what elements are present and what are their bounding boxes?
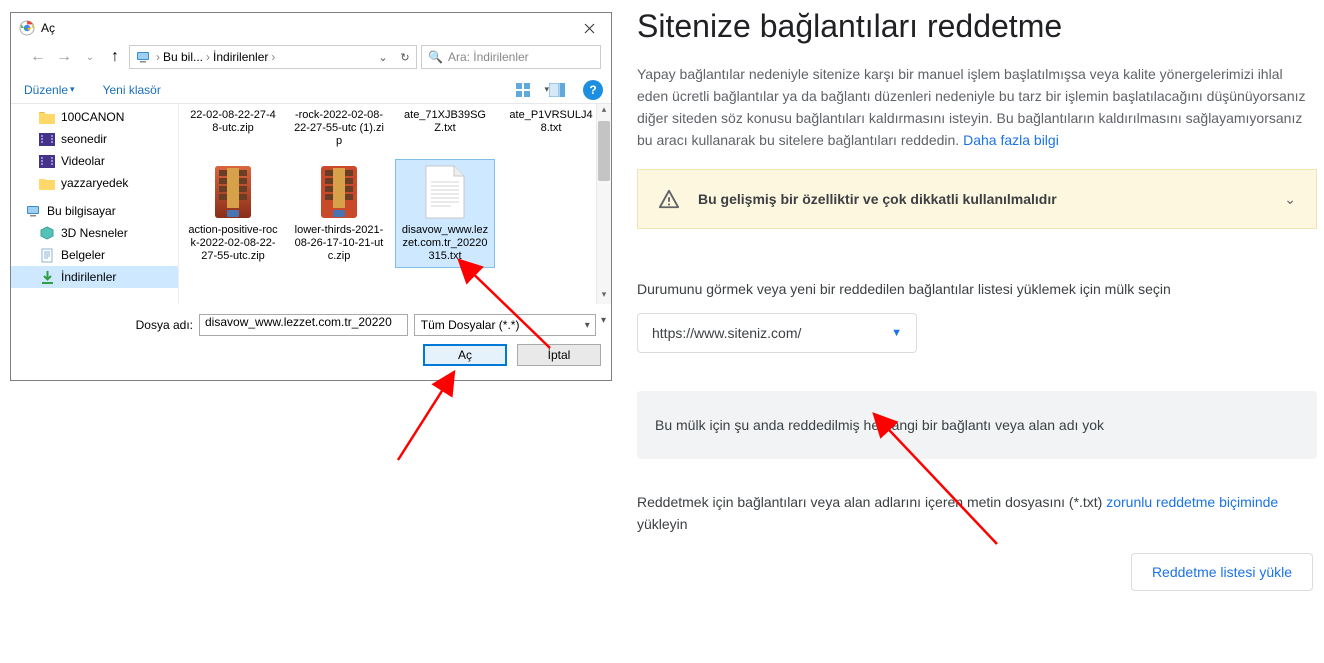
empty-state: Bu mülk için şu anda reddedilmiş herhang… — [637, 391, 1317, 459]
filename-input[interactable]: disavow_www.lezzet.com.tr_20220 — [199, 314, 408, 336]
file-item[interactable]: -rock-2022-02-08-22-27-55-utc (1).zip — [289, 104, 389, 153]
sidebar-item-documents[interactable]: Belgeler — [11, 244, 178, 266]
file-item-selected[interactable]: disavow_www.lezzet.com.tr_20220315.txt — [395, 159, 495, 268]
learn-more-link[interactable]: Daha fazla bilgi — [963, 132, 1059, 148]
dialog-title: Aç — [41, 21, 568, 35]
file-label: ate_71XJB39SGZ.txt — [400, 109, 490, 135]
search-placeholder: Ara: İndirilenler — [448, 50, 529, 64]
sidebar-item-label: 100CANON — [61, 110, 124, 124]
new-folder-button[interactable]: Yeni klasör — [98, 80, 166, 100]
help-icon[interactable]: ? — [583, 80, 603, 100]
property-select[interactable]: https://www.siteniz.com/ ▼ — [637, 313, 917, 353]
chevron-right-icon[interactable]: › — [203, 50, 213, 64]
warning-text: Bu gelişmiş bir özelliktir ve çok dikkat… — [698, 191, 1266, 207]
sidebar-item-label: İndirilenler — [61, 270, 116, 284]
preview-pane-icon[interactable] — [549, 83, 577, 97]
sidebar: 100CANON seonedir Videolar yazzaryedek B… — [11, 104, 179, 304]
rar-icon — [311, 164, 367, 220]
nav-row: ← → ⌄ ↑ › Bu bil... › İndirilenler › ⌄ ↻… — [11, 43, 611, 76]
title-bar: Aç — [11, 13, 611, 43]
sidebar-item-label: yazzaryedek — [61, 176, 128, 190]
chevron-right-icon[interactable]: › — [268, 50, 278, 64]
file-item[interactable]: ate_71XJB39SGZ.txt — [395, 104, 495, 153]
breadcrumb-seg-1[interactable]: Bu bil... — [163, 50, 203, 64]
property-section: Durumunu görmek veya yeni bir reddedilen… — [637, 281, 1317, 535]
search-icon: 🔍 — [428, 50, 443, 64]
file-label: disavow_www.lezzet.com.tr_20220315.txt — [400, 224, 490, 263]
format-link[interactable]: zorunlu reddetme biçiminde — [1106, 494, 1278, 510]
file-label: action-positive-rock-2022-02-08-22-27-55… — [188, 224, 278, 263]
sidebar-item-seonedir[interactable]: seonedir — [11, 128, 178, 150]
file-label: lower-thirds-2021-08-26-17-10-21-utc.zip — [294, 224, 384, 263]
organize-menu[interactable]: Düzenle▾ — [19, 80, 80, 100]
search-input[interactable]: 🔍 Ara: İndirilenler — [421, 45, 601, 69]
nav-up-icon[interactable]: ↑ — [105, 48, 125, 66]
file-open-dialog: Aç ← → ⌄ ↑ › Bu bil... › İndirilenler › … — [10, 12, 612, 381]
toolbar: Düzenle▾ Yeni klasör ▾ ? — [11, 76, 611, 104]
file-item[interactable]: lower-thirds-2021-08-26-17-10-21-utc.zip — [289, 159, 389, 268]
page-title: Sitenize bağlantıları reddetme — [637, 8, 1317, 45]
chrome-icon — [19, 20, 35, 36]
sidebar-item-thispc[interactable]: Bu bilgisayar — [11, 200, 178, 222]
upload-instruction: Reddetmek için bağlantıları veya alan ad… — [637, 491, 1317, 535]
sidebar-item-100canon[interactable]: 100CANON — [11, 106, 178, 128]
scroll-thumb[interactable] — [598, 121, 610, 181]
video-folder-icon — [39, 131, 55, 147]
nav-back-icon[interactable]: ← — [27, 48, 49, 66]
file-label: 22-02-08-22-27-48-utc.zip — [188, 109, 278, 135]
sidebar-item-yazzaryedek[interactable]: yazzaryedek — [11, 172, 178, 194]
scroll-up-icon[interactable]: ▴ — [597, 104, 611, 119]
txt-icon — [417, 164, 473, 220]
file-item[interactable]: action-positive-rock-2022-02-08-22-27-55… — [183, 159, 283, 268]
expand-icon[interactable]: ⌄ — [1284, 191, 1296, 208]
video-folder-icon — [39, 153, 55, 169]
sidebar-item-3d[interactable]: 3D Nesneler — [11, 222, 178, 244]
view-thumbnails-icon[interactable] — [516, 83, 544, 97]
nav-recent-icon[interactable]: ⌄ — [79, 52, 101, 63]
pc-icon — [135, 49, 151, 65]
file-label: ate_P1VRSULJ48.txt — [506, 109, 596, 135]
sidebar-item-label: Videolar — [61, 154, 105, 168]
chevron-right-icon[interactable]: › — [153, 50, 163, 64]
disavow-page: Sitenize bağlantıları reddetme Yapay bağ… — [637, 8, 1317, 591]
filename-label: Dosya adı: — [21, 318, 193, 332]
cancel-button[interactable]: İptal — [517, 344, 601, 366]
page-description: Yapay bağlantılar nedeniyle sitenize kar… — [637, 63, 1317, 151]
download-icon — [39, 269, 55, 285]
property-value: https://www.siteniz.com/ — [652, 325, 801, 341]
warning-icon — [658, 188, 680, 210]
nav-forward-icon: → — [53, 48, 75, 66]
cube-icon — [39, 225, 55, 241]
close-button[interactable] — [568, 14, 610, 43]
open-button[interactable]: Aç — [423, 344, 507, 366]
sidebar-item-videolar[interactable]: Videolar — [11, 150, 178, 172]
pc-icon — [25, 203, 41, 219]
chevron-down-icon: ▾ — [70, 84, 75, 95]
file-label: -rock-2022-02-08-22-27-55-utc (1).zip — [294, 109, 384, 148]
folder-icon — [39, 175, 55, 191]
file-item[interactable]: 22-02-08-22-27-48-utc.zip — [183, 104, 283, 153]
scrollbar[interactable]: ▴ ▾ — [596, 104, 611, 304]
documents-icon — [39, 247, 55, 263]
sidebar-item-label: seonedir — [61, 132, 107, 146]
filetype-select[interactable]: Tüm Dosyalar (*.*) — [414, 314, 596, 336]
sidebar-item-downloads[interactable]: İndirilenler — [11, 266, 178, 288]
sidebar-item-label: Bu bilgisayar — [47, 204, 116, 218]
dropdown-icon: ▼ — [891, 327, 902, 339]
sidebar-item-label: Belgeler — [61, 248, 105, 262]
section-label: Durumunu görmek veya yeni bir reddedilen… — [637, 281, 1171, 297]
file-pane[interactable]: 22-02-08-22-27-48-utc.zip -rock-2022-02-… — [179, 104, 611, 304]
file-item[interactable]: ate_P1VRSULJ48.txt — [501, 104, 601, 153]
folder-icon — [39, 109, 55, 125]
rar-icon — [205, 164, 261, 220]
warning-banner[interactable]: Bu gelişmiş bir özelliktir ve çok dikkat… — [637, 169, 1317, 229]
upload-button[interactable]: Reddetme listesi yükle — [1131, 553, 1313, 591]
address-bar[interactable]: › Bu bil... › İndirilenler › ⌄ ↻ — [129, 45, 417, 69]
refresh-icon[interactable]: ↻ — [394, 51, 416, 64]
scroll-down-icon[interactable]: ▾ — [597, 289, 611, 304]
address-dropdown-icon[interactable]: ⌄ — [372, 51, 394, 64]
sidebar-item-label: 3D Nesneler — [61, 226, 128, 240]
breadcrumb-seg-2[interactable]: İndirilenler — [213, 50, 268, 64]
